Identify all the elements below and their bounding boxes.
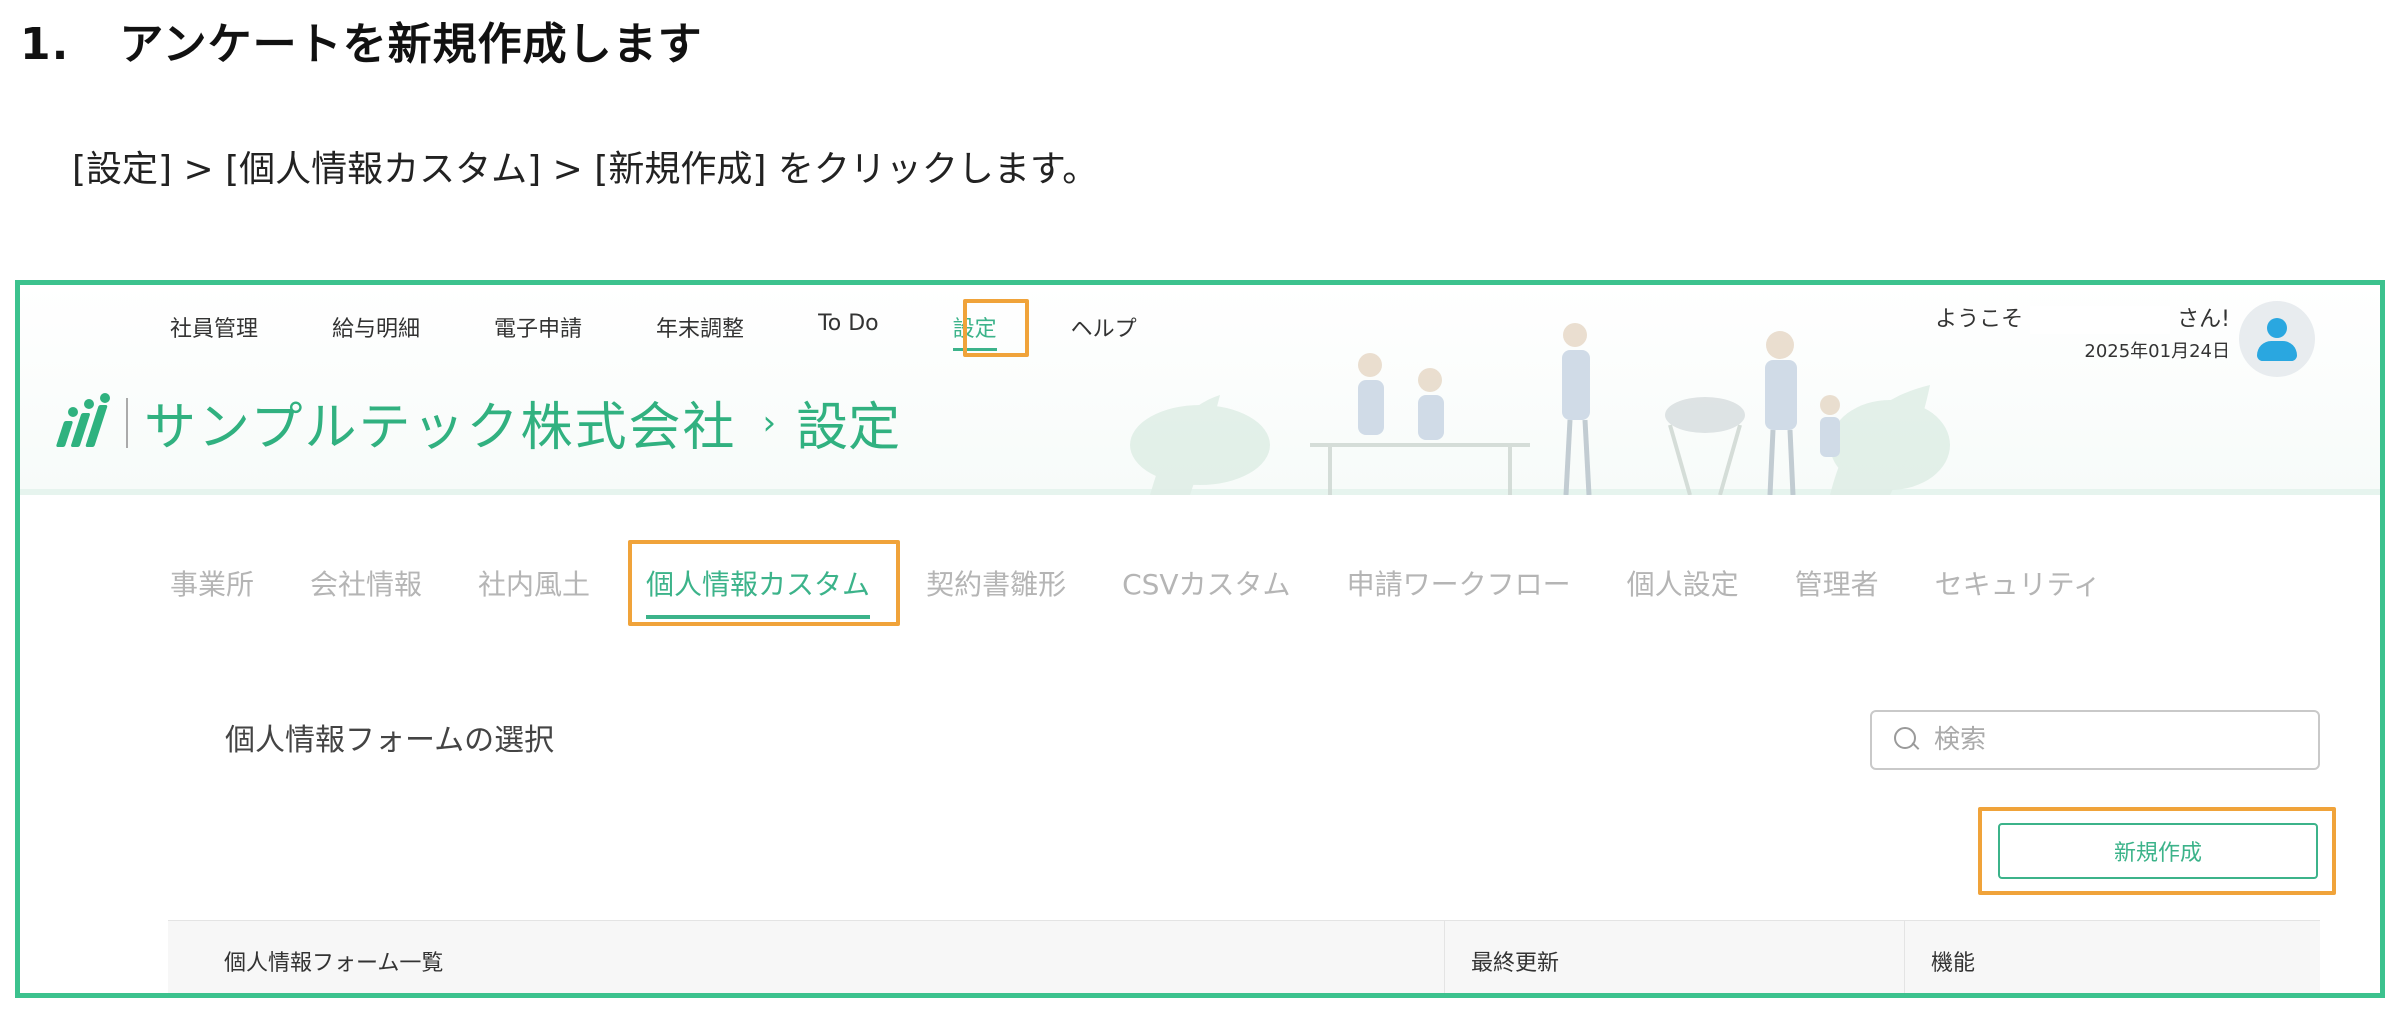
column-header-function: 機能 [1931, 950, 1976, 976]
settings-tabs: 事業所 会社情報 社内風土 個人情報カスタム 契約書雛形 CSVカスタム 申請ワ… [170, 563, 2157, 619]
breadcrumb-separator: › [762, 402, 777, 443]
tab-company-culture[interactable]: 社内風土 [478, 563, 590, 603]
app-header: 社員管理 給与明細 電子申請 年末調整 To Do 設定 ヘルプ ようこそ さん… [20, 285, 2380, 495]
company-name[interactable]: サンプルテック株式会社 [144, 385, 736, 460]
search-field[interactable] [1870, 710, 2320, 770]
user-avatar[interactable] [2239, 301, 2315, 377]
tab-application-workflow[interactable]: 申請ワークフロー [1347, 563, 1571, 603]
personal-info-tab-highlight-box [628, 540, 900, 626]
nav-todo[interactable]: To Do [818, 307, 879, 347]
nav-payslip[interactable]: 給与明細 [332, 307, 420, 347]
welcome-prefix: ようこそ [1935, 307, 2024, 332]
page-title: 設定 [796, 398, 901, 458]
brand-breadcrumb: サンプルテック株式会社 › 設定 [54, 385, 900, 460]
nav-employee-management[interactable]: 社員管理 [170, 307, 258, 347]
column-header-last-updated[interactable]: 最終更新 [1445, 921, 1905, 993]
company-logo-icon [54, 392, 118, 453]
user-name-redacted [2030, 306, 2171, 334]
tab-csv-custom[interactable]: CSVカスタム [1122, 563, 1290, 603]
step-number: 1. [20, 19, 70, 70]
top-navigation: 社員管理 給与明細 電子申請 年末調整 To Do 設定 ヘルプ [170, 307, 1211, 351]
header-illustration [1130, 323, 1950, 495]
column-header-form-list[interactable]: 個人情報フォーム一覧 [168, 921, 1445, 993]
current-date: 2025年01月24日 [2084, 341, 2230, 362]
nav-year-end-adjustment[interactable]: 年末調整 [656, 307, 744, 347]
new-button-highlight-box [1978, 807, 2336, 895]
tab-company-info[interactable]: 会社情報 [310, 563, 422, 603]
step-heading: 1. アンケートを新規作成します [20, 8, 703, 72]
section-title: 個人情報フォームの選択 [225, 723, 555, 758]
tab-contract-template[interactable]: 契約書雛形 [926, 563, 1066, 603]
tab-administrator[interactable]: 管理者 [1795, 563, 1879, 603]
search-input[interactable] [1934, 725, 2294, 755]
tab-security[interactable]: セキュリティ [1935, 563, 2101, 603]
avatar-body-icon [2257, 341, 2297, 361]
welcome-message: ようこそ さん! [1935, 301, 2230, 334]
nav-help[interactable]: ヘルプ [1071, 307, 1137, 347]
form-list-table-header: 個人情報フォーム一覧 最終更新 機能 [168, 920, 2320, 993]
step-title: アンケートを新規作成します [119, 19, 703, 70]
step-instruction: [設定] > [個人情報カスタム] > [新規作成] をクリックします。 [72, 149, 1099, 190]
avatar-head-icon [2267, 318, 2287, 338]
tab-office[interactable]: 事業所 [170, 563, 254, 603]
brand-divider [126, 397, 128, 448]
settings-highlight-box [963, 299, 1029, 357]
app-screenshot: 社員管理 給与明細 電子申請 年末調整 To Do 設定 ヘルプ ようこそ さん… [15, 280, 2385, 998]
search-icon [1892, 725, 1922, 755]
nav-e-application[interactable]: 電子申請 [494, 307, 582, 347]
welcome-suffix: さん! [2177, 307, 2230, 332]
tab-personal-settings[interactable]: 個人設定 [1627, 563, 1739, 603]
